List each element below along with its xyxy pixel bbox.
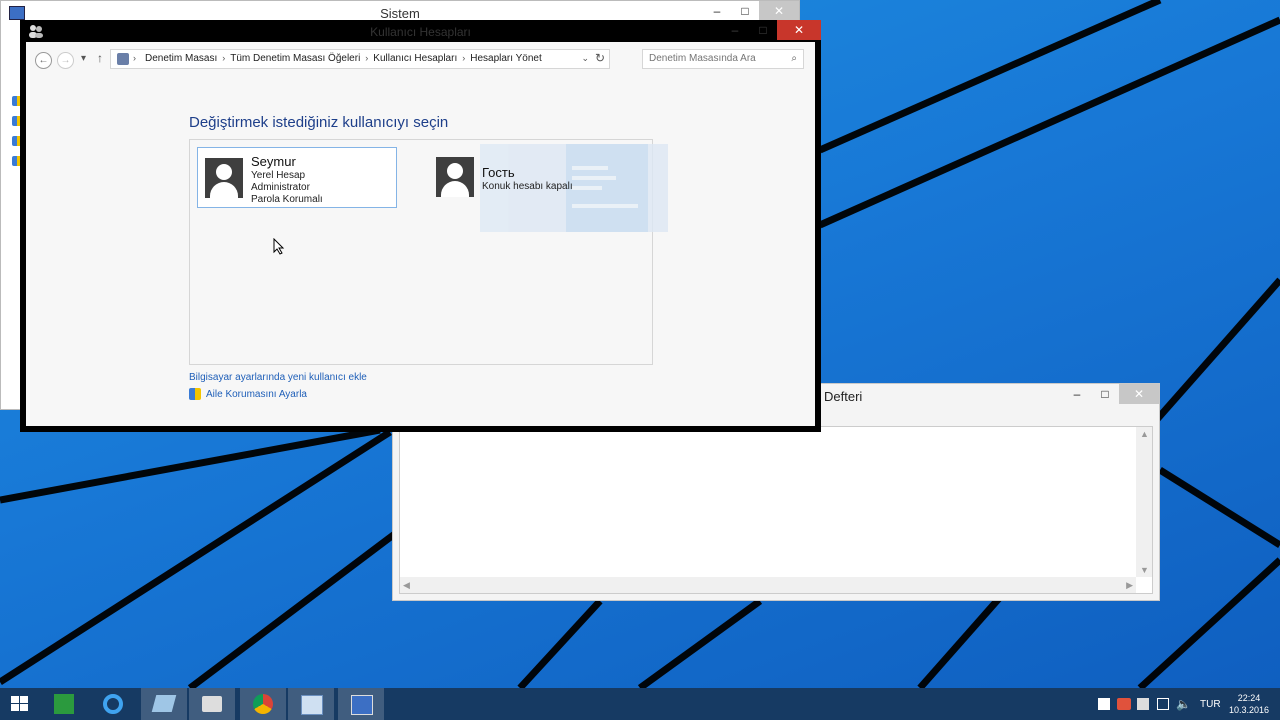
- store-icon: [54, 694, 74, 714]
- search-icon[interactable]: ⌕: [791, 53, 797, 64]
- main-caption-buttons: – □ ✕: [721, 20, 821, 40]
- windows-logo-icon: [11, 696, 29, 712]
- store-taskbar-button[interactable]: [41, 688, 87, 720]
- account-detail: Administrator: [251, 182, 310, 193]
- add-user-link[interactable]: Bilgisayar ayarlarında yeni kullanıcı ek…: [189, 372, 367, 383]
- security-icon[interactable]: [1117, 698, 1131, 710]
- account-detail: Parola Korumalı: [251, 194, 323, 205]
- search-box[interactable]: ⌕: [642, 49, 804, 69]
- refresh-icon[interactable]: ↻: [595, 51, 605, 65]
- minimize-button[interactable]: –: [1063, 384, 1091, 404]
- account-tile-guest[interactable]: Гость Konuk hesabı kapalı: [429, 147, 629, 208]
- system-icon: [351, 695, 373, 715]
- account-detail: Konuk hesabı kapalı: [482, 181, 573, 192]
- file-explorer-icon: [151, 695, 177, 712]
- clock-date: 10.3.2016: [1228, 705, 1270, 715]
- breadcrumb: Denetim Masası › Tüm Denetim Masası Öğeler…: [145, 53, 547, 64]
- main-title: Kullanıcı Hesapları: [370, 25, 471, 39]
- maximize-button[interactable]: □: [731, 1, 759, 21]
- chrome-icon: [253, 694, 273, 714]
- notepad-text-area[interactable]: ▲ ▼ ◀ ▶: [399, 426, 1153, 594]
- input-language-indicator[interactable]: TUR: [1200, 699, 1221, 710]
- account-name: Seymur: [251, 154, 296, 169]
- volume-icon[interactable]: 🔈: [1176, 697, 1191, 711]
- scroll-right-icon[interactable]: ▶: [1126, 580, 1133, 591]
- account-tile-seymur[interactable]: Seymur Yerel Hesap Administrator Parola …: [197, 147, 397, 208]
- file-explorer-taskbar-button[interactable]: [141, 688, 187, 720]
- close-button[interactable]: ✕: [1119, 384, 1159, 404]
- minimize-button[interactable]: –: [721, 20, 749, 40]
- close-button[interactable]: ✕: [777, 20, 821, 40]
- control-panel-icon: [301, 695, 323, 715]
- control-panel-taskbar-button[interactable]: [288, 688, 334, 720]
- horizontal-scrollbar[interactable]: ◀ ▶: [400, 577, 1136, 593]
- clock[interactable]: 22:24 10.3.2016: [1228, 692, 1270, 716]
- minimize-button[interactable]: –: [703, 1, 731, 21]
- notepad-title: Defteri: [824, 389, 863, 404]
- scroll-left-icon[interactable]: ◀: [403, 580, 410, 591]
- chevron-down-icon[interactable]: ⌄: [581, 53, 589, 64]
- sistem-caption-buttons: – □ ✕: [703, 1, 799, 21]
- mouse-cursor-icon: [273, 238, 285, 255]
- search-input[interactable]: [649, 53, 779, 64]
- accounts-list: Seymur Yerel Hesap Administrator Parola …: [189, 139, 668, 365]
- user-accounts-window[interactable]: Kullanıcı Hesapları – □ ✕ ← → ▾ ↑ › Dene…: [20, 20, 821, 432]
- chevron-right-icon[interactable]: ›: [462, 53, 465, 63]
- control-panel-icon: [117, 53, 129, 65]
- breadcrumb-item[interactable]: Hesapları Yönet: [470, 53, 542, 64]
- family-safety-link[interactable]: Aile Korumasını Ayarla: [206, 389, 307, 400]
- recent-locations-button[interactable]: ▾: [81, 53, 86, 64]
- close-button[interactable]: ✕: [759, 1, 799, 21]
- chrome-taskbar-button[interactable]: [240, 688, 286, 720]
- main-content: ← → ▾ ↑ › Denetim Masası › Tüm Denetim Mas…: [26, 42, 815, 426]
- user-avatar-icon: [205, 158, 243, 198]
- network-error-icon[interactable]: [1137, 698, 1149, 710]
- sistem-title: Sistem: [380, 6, 420, 21]
- scroll-up-icon[interactable]: ▲: [1140, 429, 1149, 439]
- camera-taskbar-button[interactable]: [189, 688, 235, 720]
- shield-icon: [189, 388, 201, 400]
- back-button[interactable]: ←: [35, 52, 52, 69]
- camera-icon: [202, 696, 222, 712]
- maximize-button[interactable]: □: [749, 20, 777, 40]
- address-bar-area: ← → ▾ ↑ › Denetim Masası › Tüm Denetim Mas…: [26, 42, 815, 78]
- account-name: Гость: [482, 165, 515, 180]
- action-center-icon[interactable]: [1098, 698, 1110, 710]
- main-titlebar[interactable]: Kullanıcı Hesapları – □ ✕: [20, 20, 821, 42]
- chevron-right-icon[interactable]: ›: [222, 53, 225, 63]
- scroll-down-icon[interactable]: ▼: [1140, 565, 1149, 575]
- breadcrumb-item[interactable]: Kullanıcı Hesapları: [373, 53, 457, 64]
- maximize-button[interactable]: □: [1091, 384, 1119, 404]
- account-detail: Yerel Hesap: [251, 170, 306, 181]
- vertical-scrollbar[interactable]: ▲ ▼: [1136, 427, 1152, 577]
- chevron-right-icon[interactable]: ›: [133, 53, 136, 63]
- start-button[interactable]: [0, 688, 40, 720]
- taskbar: 🔈 TUR 22:24 10.3.2016: [0, 688, 1280, 720]
- clock-time: 22:24: [1237, 693, 1261, 703]
- breadcrumb-item[interactable]: Tüm Denetim Masası Öğeleri: [230, 53, 360, 64]
- forward-button[interactable]: →: [57, 52, 74, 69]
- address-bar[interactable]: › Denetim Masası › Tüm Denetim Masası Öğel…: [110, 49, 610, 69]
- page-title: Değiştirmek istediğiniz kullanıcıyı seçi…: [189, 114, 449, 131]
- notepad-caption-buttons: – □ ✕: [1063, 384, 1159, 404]
- system-taskbar-button[interactable]: [338, 688, 384, 720]
- user-avatar-icon: [436, 157, 474, 197]
- breadcrumb-item[interactable]: Denetim Masası: [145, 53, 217, 64]
- up-button[interactable]: ↑: [97, 51, 103, 65]
- internet-explorer-taskbar-button[interactable]: [90, 688, 136, 720]
- chevron-right-icon[interactable]: ›: [365, 53, 368, 63]
- network-icon[interactable]: [1157, 698, 1169, 710]
- internet-explorer-icon: [103, 694, 123, 714]
